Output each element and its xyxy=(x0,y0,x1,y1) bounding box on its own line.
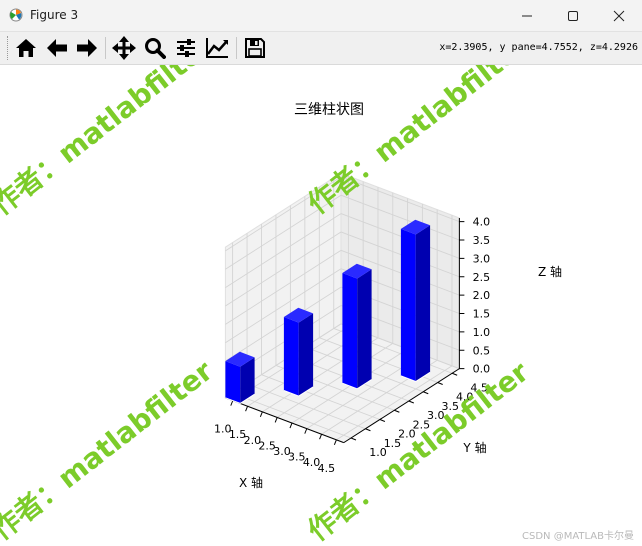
pan-button[interactable] xyxy=(111,35,137,61)
x-tick-mark xyxy=(245,406,249,412)
configure-subplots-icon xyxy=(177,39,195,57)
bar-front-face xyxy=(342,273,358,389)
z-tick-label: 2.0 xyxy=(473,289,491,302)
configure-subplots-button[interactable] xyxy=(173,35,199,61)
bar-side-face xyxy=(415,225,431,382)
home-icon xyxy=(16,39,36,57)
toolbar-grip[interactable] xyxy=(7,36,10,60)
bar-side-face xyxy=(298,313,314,397)
edit-axis-button[interactable] xyxy=(204,35,230,61)
footer-credit: CSDN @MATLAB卡尔曼 xyxy=(522,531,634,542)
bar xyxy=(225,351,255,404)
x-tick-mark xyxy=(259,411,263,418)
forward-arrow-icon xyxy=(77,39,97,57)
y-tick-mark xyxy=(394,409,400,413)
z-tick-label: 0.0 xyxy=(473,363,491,376)
x-tick-mark xyxy=(304,428,308,434)
figure-canvas[interactable]: 三维柱状图 1.01.52.02.53.03.54.04.51.01.52.02… xyxy=(0,65,642,546)
zoom-icon xyxy=(145,38,166,59)
z-tick-label: 1.5 xyxy=(473,308,491,321)
pan-icon xyxy=(112,36,136,60)
z-tick-label: 3.0 xyxy=(473,252,491,265)
x-tick-label: 4.5 xyxy=(318,462,336,475)
toolbar-separator xyxy=(236,37,237,59)
y-tick-mark xyxy=(379,419,386,422)
x-tick-mark xyxy=(333,439,337,446)
watermark-text: 作者：matlabfilter xyxy=(0,65,219,222)
toolbar-separator xyxy=(105,37,106,59)
back-button[interactable] xyxy=(44,35,70,61)
bar-side-face xyxy=(357,269,372,389)
watermark-text: 作者：matlabfilter xyxy=(0,354,219,546)
z-axis-label: Z 轴 xyxy=(538,264,562,279)
forward-button[interactable] xyxy=(74,35,100,61)
y-tick-mark xyxy=(437,382,443,385)
home-button[interactable] xyxy=(13,35,39,61)
bar xyxy=(400,219,431,383)
bar xyxy=(283,307,314,397)
z-tick-label: 3.5 xyxy=(473,234,491,247)
bar-front-face xyxy=(400,228,416,382)
x-tick-mark xyxy=(319,434,323,440)
save-button[interactable] xyxy=(242,35,268,61)
matplotlib-app-icon xyxy=(9,8,23,22)
close-icon xyxy=(613,10,625,21)
x-tick-mark xyxy=(274,417,278,423)
minimize-button[interactable] xyxy=(504,0,550,31)
y-tick-mark xyxy=(408,400,414,404)
z-tick-label: 4.0 xyxy=(473,216,491,229)
coordinates-readout: x=2.3905, y pane=4.7552, z=4.2926 xyxy=(439,42,638,53)
maximize-icon xyxy=(568,10,578,21)
zoom-button[interactable] xyxy=(142,35,168,61)
y-tick-mark xyxy=(423,391,429,395)
maximize-button[interactable] xyxy=(550,0,596,31)
minimize-icon xyxy=(522,15,532,16)
bar-front-face xyxy=(283,317,299,397)
y-tick-mark xyxy=(350,437,357,441)
watermark-text: 作者：matlabfilter xyxy=(301,65,535,221)
x-axis-label: X 轴 xyxy=(239,475,263,490)
y-tick-mark xyxy=(365,428,371,432)
back-arrow-icon xyxy=(47,39,67,57)
window-titlebar: Figure 3 xyxy=(0,0,642,32)
z-tick-label: 1.0 xyxy=(473,326,491,339)
close-button[interactable] xyxy=(596,0,642,31)
z-tick-label: 0.5 xyxy=(473,344,491,357)
bar-front-face xyxy=(225,361,241,404)
x-tick-mark xyxy=(289,422,293,429)
window-title: Figure 3 xyxy=(30,8,79,22)
x-tick-mark xyxy=(230,400,234,406)
edit-axis-icon xyxy=(206,38,228,58)
bar xyxy=(342,263,372,390)
save-icon xyxy=(245,38,265,58)
y-tick-mark xyxy=(451,372,458,376)
z-tick-label: 2.5 xyxy=(473,271,491,284)
y-axis-label: Y 轴 xyxy=(462,440,486,455)
chart-title: 三维柱状图 xyxy=(294,102,364,118)
